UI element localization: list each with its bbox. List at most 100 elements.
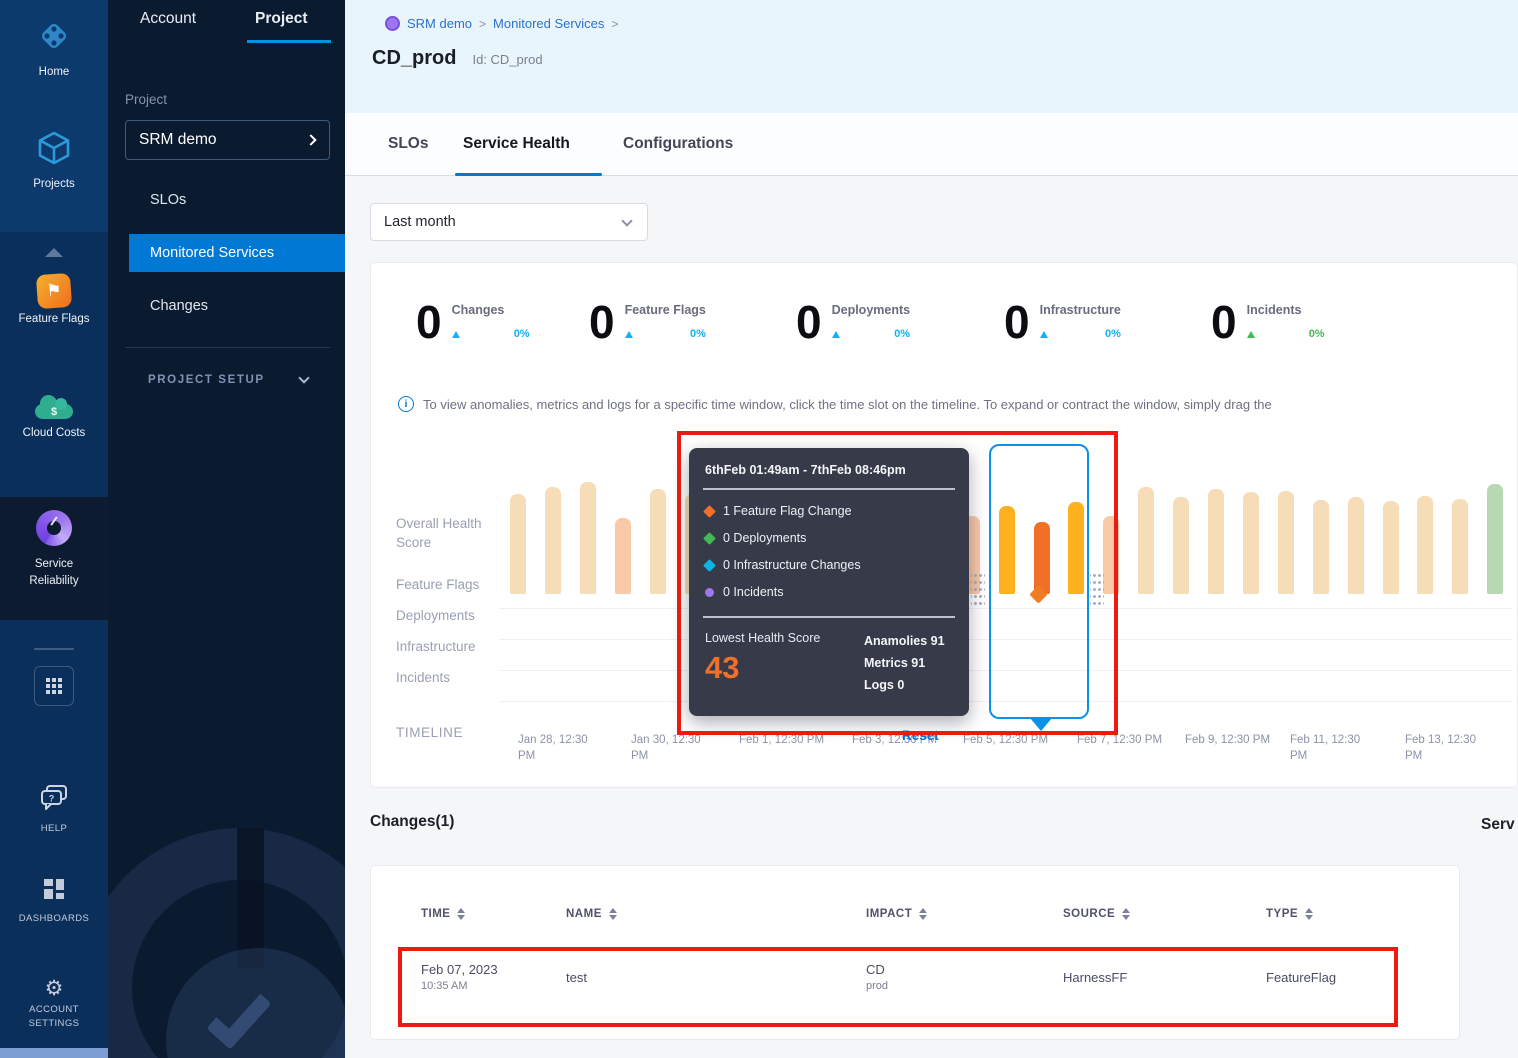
axis-label: Feb 7, 12:30 PM <box>1077 732 1189 748</box>
tooltip-metric: Anamolies 91 <box>864 630 945 652</box>
breadcrumb-section-link[interactable]: Monitored Services <box>493 16 604 31</box>
service-health-card: 0 Changes 0% 0 Feature Flags 0% 0 Deploy… <box>370 262 1518 788</box>
nav-item-changes[interactable]: Changes <box>150 298 208 314</box>
project-section-label: Project <box>125 92 167 107</box>
project-setup-toggle[interactable]: PROJECT SETUP <box>148 374 265 386</box>
feature-flags-icon: ⚑ <box>36 273 72 309</box>
dashboards-icon <box>41 876 67 907</box>
axis-label: Feb 5, 12:30 PM <box>963 732 1075 748</box>
tooltip-footer: Lowest Health Score 43 Anamolies 91 Metr… <box>689 618 969 686</box>
table-row-cell-source[interactable]: HarnessFF <box>1063 970 1127 985</box>
sidebar-item-account-settings[interactable]: ⚙ ACCOUNT SETTINGS <box>0 978 108 1032</box>
sidebar-bottom-strip <box>0 1048 108 1058</box>
diamond-icon <box>703 559 716 572</box>
tooltip-item-infrastructure: 0 Infrastructure Changes <box>705 558 953 572</box>
column-header-name[interactable]: NAME <box>566 908 617 920</box>
sidebar-item-label: Cloud Costs <box>0 427 108 439</box>
time-range-value: Last month <box>384 214 456 230</box>
tab-slos[interactable]: SLOs <box>388 135 428 153</box>
sidebar-item-label: Projects <box>0 178 108 190</box>
column-header-impact[interactable]: IMPACT <box>866 908 927 920</box>
project-selector-value: SRM demo <box>139 131 217 149</box>
sidebar-item-home[interactable]: Home <box>0 16 108 78</box>
health-score-bar[interactable] <box>510 494 526 594</box>
health-score-bar[interactable] <box>1278 491 1294 594</box>
health-score-bar[interactable] <box>1103 516 1119 594</box>
health-score-bar[interactable] <box>1138 487 1154 594</box>
service-section-title-partial: Serv <box>1481 816 1515 834</box>
sidebar-item-projects[interactable]: Projects <box>0 128 108 190</box>
changes-table: TIME NAME IMPACT SOURCE TYPE Feb 07, 202… <box>370 865 1460 1040</box>
column-header-type[interactable]: TYPE <box>1266 908 1313 920</box>
health-score-bar[interactable] <box>580 482 596 594</box>
tooltip-metrics: Anamolies 91 Metrics 91 Logs 0 <box>864 630 945 696</box>
health-score-bar[interactable] <box>1487 484 1503 594</box>
tab-service-health[interactable]: Service Health <box>463 135 570 153</box>
nav-item-monitored-services[interactable]: Monitored Services <box>129 234 345 272</box>
home-icon <box>34 16 74 61</box>
nav-divider <box>125 347 330 348</box>
title-row: CD_prod Id: CD_prod <box>372 47 543 70</box>
health-score-bar[interactable] <box>545 487 561 594</box>
diamond-icon <box>703 532 716 545</box>
grid-icon <box>46 678 62 694</box>
gear-icon: ⚙ <box>45 977 64 1000</box>
timeline-selection-window[interactable] <box>989 444 1089 719</box>
module-selector-button[interactable] <box>34 666 74 706</box>
sort-icon <box>1122 908 1130 920</box>
tooltip-item-label: 1 Feature Flag Change <box>723 504 852 518</box>
diamond-icon <box>703 505 716 518</box>
selection-drag-handle-right[interactable] <box>1090 570 1104 608</box>
tab-account[interactable]: Account <box>140 10 196 28</box>
project-selector[interactable]: SRM demo <box>125 120 330 160</box>
health-score-bar[interactable] <box>650 489 666 594</box>
sort-icon <box>457 908 465 920</box>
nav-item-slos[interactable]: SLOs <box>150 192 186 208</box>
health-score-bar[interactable] <box>1348 497 1364 594</box>
health-score-bar[interactable] <box>1173 497 1189 594</box>
sidebar-item-dashboards[interactable]: DASHBOARDS <box>0 876 108 926</box>
service-id: Id: CD_prod <box>472 52 542 67</box>
column-header-source[interactable]: SOURCE <box>1063 908 1130 920</box>
tab-active-underline <box>455 173 602 176</box>
sidebar-item-label: HELP <box>0 822 108 836</box>
page-title: CD_prod <box>372 47 456 70</box>
breadcrumb-separator: > <box>611 17 618 31</box>
health-score-bar[interactable] <box>1417 496 1433 594</box>
chevron-up-icon <box>45 248 63 257</box>
breadcrumb: SRM demo > Monitored Services > <box>385 16 618 31</box>
selection-drag-handle-left[interactable] <box>971 570 985 608</box>
health-score-bar[interactable] <box>1383 501 1399 594</box>
sidebar-item-feature-flags[interactable]: ⚑ Feature Flags <box>0 274 108 325</box>
health-score-bar[interactable] <box>615 518 631 594</box>
watermark-stem <box>237 828 264 968</box>
reset-button[interactable]: Reset <box>902 728 939 743</box>
cell-impact: CD <box>866 962 885 977</box>
sidebar-item-help[interactable]: ? HELP <box>0 782 108 836</box>
circle-icon <box>705 588 714 597</box>
health-score-bar[interactable] <box>1452 499 1468 594</box>
health-score-bar[interactable] <box>1243 492 1259 594</box>
axis-label: Feb 11, 12:30 PM <box>1290 732 1366 764</box>
table-row-cell-impact[interactable]: CD prod <box>866 962 888 992</box>
sidebar-item-label: DASHBOARDS <box>0 912 108 926</box>
project-setup-label: PROJECT SETUP <box>148 374 265 386</box>
sidebar-item-label: Service Reliability <box>12 556 96 591</box>
health-score-bar[interactable] <box>1208 489 1224 594</box>
table-row-cell-type[interactable]: FeatureFlag <box>1266 970 1336 985</box>
sidebar-item-cloud-costs[interactable]: $ Cloud Costs <box>0 392 108 439</box>
table-row-cell-time[interactable]: Feb 07, 2023 10:35 AM <box>421 962 498 992</box>
sidebar-item-service-reliability[interactable]: Service Reliability <box>0 510 108 591</box>
sidebar-item-label: Feature Flags <box>0 313 108 325</box>
column-header-time[interactable]: TIME <box>421 908 465 920</box>
cell-time: Feb 07, 2023 <box>421 962 498 977</box>
health-score-bar[interactable] <box>1313 500 1329 594</box>
table-row-cell-name[interactable]: test <box>566 970 587 985</box>
sidebar-scroll-up[interactable] <box>0 244 108 262</box>
tab-configurations[interactable]: Configurations <box>623 135 733 153</box>
breadcrumb-project-link[interactable]: SRM demo <box>407 16 472 31</box>
tab-project[interactable]: Project <box>255 10 308 28</box>
column-label: IMPACT <box>866 908 912 920</box>
time-range-select[interactable]: Last month <box>370 203 648 241</box>
cell-source: HarnessFF <box>1063 970 1127 985</box>
